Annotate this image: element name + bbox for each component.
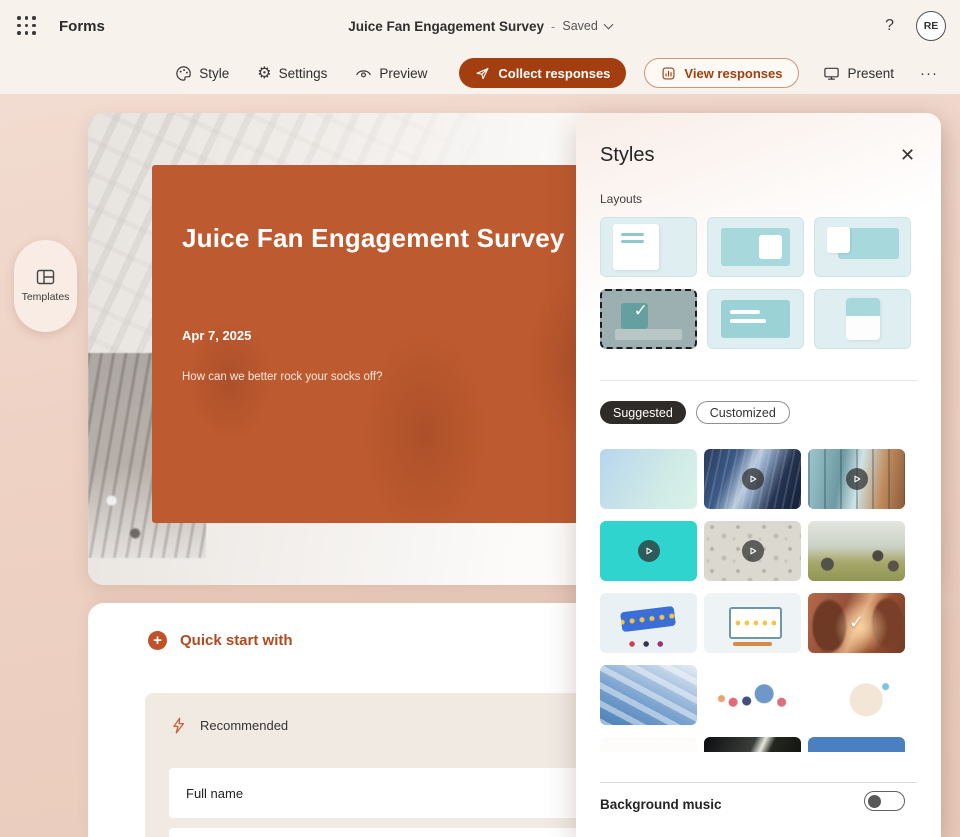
theme-teal-solid-video[interactable] [600,521,697,581]
styles-panel-title: Styles [600,144,654,167]
preview-label: Preview [379,66,427,81]
divider [600,380,917,381]
theme-partial-light[interactable] [600,737,697,752]
settings-label: Settings [279,66,328,81]
layout-option-text-card-left[interactable] [600,217,697,277]
present-button[interactable]: Present [813,59,904,88]
theme-partial-blue[interactable] [808,737,905,752]
divider [600,782,917,783]
lightning-icon [171,717,186,734]
gear-icon: ⚙ [257,65,271,81]
more-options-button[interactable]: ··· [912,59,946,88]
app-name[interactable]: Forms [59,18,105,35]
document-title[interactable]: Juice Fan Engagement Survey [348,19,544,34]
background-music-toggle[interactable] [864,791,905,811]
layout-option-text-banner[interactable] [707,289,804,349]
theme-sky-buildings-photo[interactable] [600,665,697,725]
recommended-label: Recommended [200,718,288,733]
theme-person-laptop-illustration[interactable] [808,665,905,725]
bar-chart-icon [661,66,676,81]
filter-suggested[interactable]: Suggested [600,401,686,424]
theme-cafe-worker-video[interactable] [808,449,905,509]
collect-responses-label: Collect responses [498,66,610,81]
present-label: Present [847,66,894,81]
theme-blue-mint-gradient[interactable] [600,449,697,509]
avatar[interactable]: RE [916,11,946,41]
app-chrome: Forms Juice Fan Engagement Survey - Save… [0,0,960,94]
view-responses-label: View responses [684,66,782,81]
theme-filter-row: Suggested Customized [600,401,790,424]
theme-rating-monitor-illustration[interactable] [704,593,801,653]
top-bar: Forms Juice Fan Engagement Survey - Save… [0,0,960,52]
templates-icon [36,269,55,285]
close-icon[interactable]: ✕ [894,143,921,168]
layout-option-media-right[interactable] [707,217,804,277]
send-icon [475,66,490,81]
templates-label: Templates [22,291,70,303]
save-status[interactable]: Saved [562,19,597,33]
preview-button[interactable]: Preview [345,59,437,88]
play-icon [638,540,660,562]
quick-start-heading: Quick start with [180,632,293,649]
toolbar: Style ⚙ Settings Preview Collect respons… [0,52,960,94]
layout-option-full-bleed-selected[interactable]: ✓ [600,289,697,349]
play-icon [742,540,764,562]
themes-scroll-area[interactable]: ✓ [576,449,941,752]
theme-team-dashboard-illustration[interactable] [704,665,801,725]
styles-panel: Styles ✕ Layouts ✓ Suggested Customized [576,113,941,837]
check-icon: ✓ [849,612,864,633]
layouts-label: Layouts [600,192,642,206]
filter-customized[interactable]: Customized [696,401,790,424]
theme-handshake-photo-selected[interactable]: ✓ [808,593,905,653]
title-separator: - [551,19,555,34]
check-icon: ✓ [634,301,648,321]
settings-button[interactable]: ⚙ Settings [247,59,337,87]
play-icon [846,468,868,490]
background-music-label: Background music [600,797,722,812]
layout-option-media-left[interactable] [814,217,911,277]
style-label: Style [199,66,229,81]
chevron-down-icon[interactable] [603,19,613,29]
theme-skyscrapers-video[interactable] [704,449,801,509]
theme-speckled-texture-video[interactable] [704,521,801,581]
theme-partial-dark[interactable] [704,737,801,752]
play-icon [742,468,764,490]
templates-button[interactable]: Templates [14,240,77,332]
eye-icon [355,65,372,82]
palette-icon [175,65,192,82]
document-title-group: Juice Fan Engagement Survey - Saved [0,0,960,52]
style-button[interactable]: Style [165,59,239,88]
monitor-icon [823,65,840,82]
plus-icon: + [148,631,167,650]
collect-responses-button[interactable]: Collect responses [459,58,626,88]
top-right-actions: ? RE [879,0,946,52]
app-launcher-icon[interactable] [17,16,37,36]
theme-star-banner-illustration[interactable] [600,593,697,653]
toggle-knob [868,795,881,808]
view-responses-button[interactable]: View responses [644,58,799,88]
help-button[interactable]: ? [879,13,900,39]
theme-office-people-photo[interactable] [808,521,905,581]
forms-app: Forms Juice Fan Engagement Survey - Save… [0,0,960,837]
layout-option-split-vertical[interactable] [814,289,911,349]
